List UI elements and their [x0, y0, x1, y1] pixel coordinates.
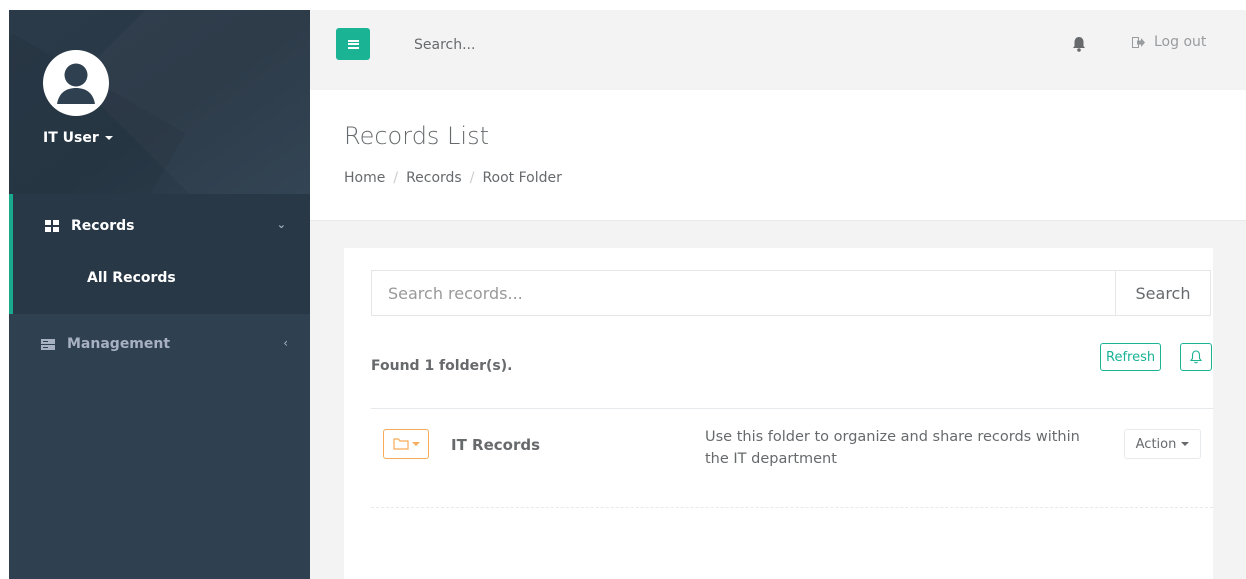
- chevron-left-icon: ‹: [283, 336, 288, 350]
- records-menu-toggle[interactable]: Records: [45, 218, 134, 234]
- refresh-button[interactable]: Refresh: [1100, 343, 1162, 371]
- breadcrumb-separator: /: [469, 170, 475, 186]
- breadcrumb: Home / Records / Root Folder: [344, 170, 562, 186]
- server-icon: [41, 338, 55, 350]
- user-avatar-icon[interactable]: [43, 50, 109, 116]
- page-title: Records List: [344, 122, 490, 150]
- results-count: Found 1 folder(s).: [371, 358, 513, 374]
- folder-menu-button[interactable]: [383, 429, 429, 459]
- logout-link[interactable]: Log out: [1132, 34, 1206, 50]
- logout-label: Log out: [1154, 34, 1207, 50]
- profile-header: IT User: [9, 10, 310, 194]
- user-menu[interactable]: IT User: [43, 130, 113, 146]
- hamburger-icon: [347, 39, 359, 49]
- user-name: IT User: [43, 130, 99, 146]
- page-heading: Records List Home / Records / Root Folder: [310, 90, 1246, 221]
- sign-out-icon: [1132, 36, 1145, 48]
- top-navbar: Log out: [310, 10, 1246, 91]
- subscribe-notifications-button[interactable]: [1180, 343, 1212, 371]
- breadcrumb-separator: /: [393, 170, 399, 186]
- sidebar-subitem-all-records[interactable]: All Records: [87, 270, 176, 286]
- folder-name[interactable]: IT Records: [451, 436, 540, 454]
- main-content: Search Found 1 folder(s). Refresh IT Rec…: [310, 221, 1246, 579]
- sidebar-item-label: Management: [67, 336, 171, 352]
- sidebar-item-management[interactable]: Management: [41, 336, 170, 352]
- breadcrumb-current: Root Folder: [482, 170, 562, 186]
- toggle-sidebar-button[interactable]: [336, 28, 370, 60]
- divider: [371, 507, 1213, 508]
- sidebar: IT User Records ⌄ All Records Management…: [9, 10, 310, 579]
- caret-down-icon: [411, 442, 420, 446]
- records-search-button[interactable]: Search: [1116, 270, 1211, 316]
- records-panel: Search Found 1 folder(s). Refresh IT Rec…: [344, 248, 1213, 579]
- caret-down-icon: [1181, 442, 1190, 446]
- breadcrumb-home[interactable]: Home: [344, 170, 385, 186]
- bell-outline-icon: [1190, 350, 1202, 364]
- records-search-group: Search: [371, 270, 1211, 316]
- bell-icon[interactable]: [1072, 36, 1086, 52]
- folder-description: Use this folder to organize and share re…: [705, 429, 1080, 467]
- breadcrumb-records[interactable]: Records: [406, 170, 462, 186]
- folder-icon: [392, 438, 409, 450]
- top-search-input[interactable]: [412, 30, 816, 60]
- action-dropdown-button[interactable]: Action: [1124, 429, 1201, 459]
- sidebar-item-label: Records: [71, 218, 135, 234]
- caret-down-icon: [104, 136, 113, 140]
- sidebar-item-records: Records ⌄ All Records: [9, 194, 310, 314]
- grid-icon: [45, 220, 59, 232]
- divider: [371, 408, 1213, 409]
- chevron-down-icon: ⌄: [276, 218, 286, 231]
- records-search-input[interactable]: [371, 270, 1116, 316]
- action-label: Action: [1135, 436, 1177, 452]
